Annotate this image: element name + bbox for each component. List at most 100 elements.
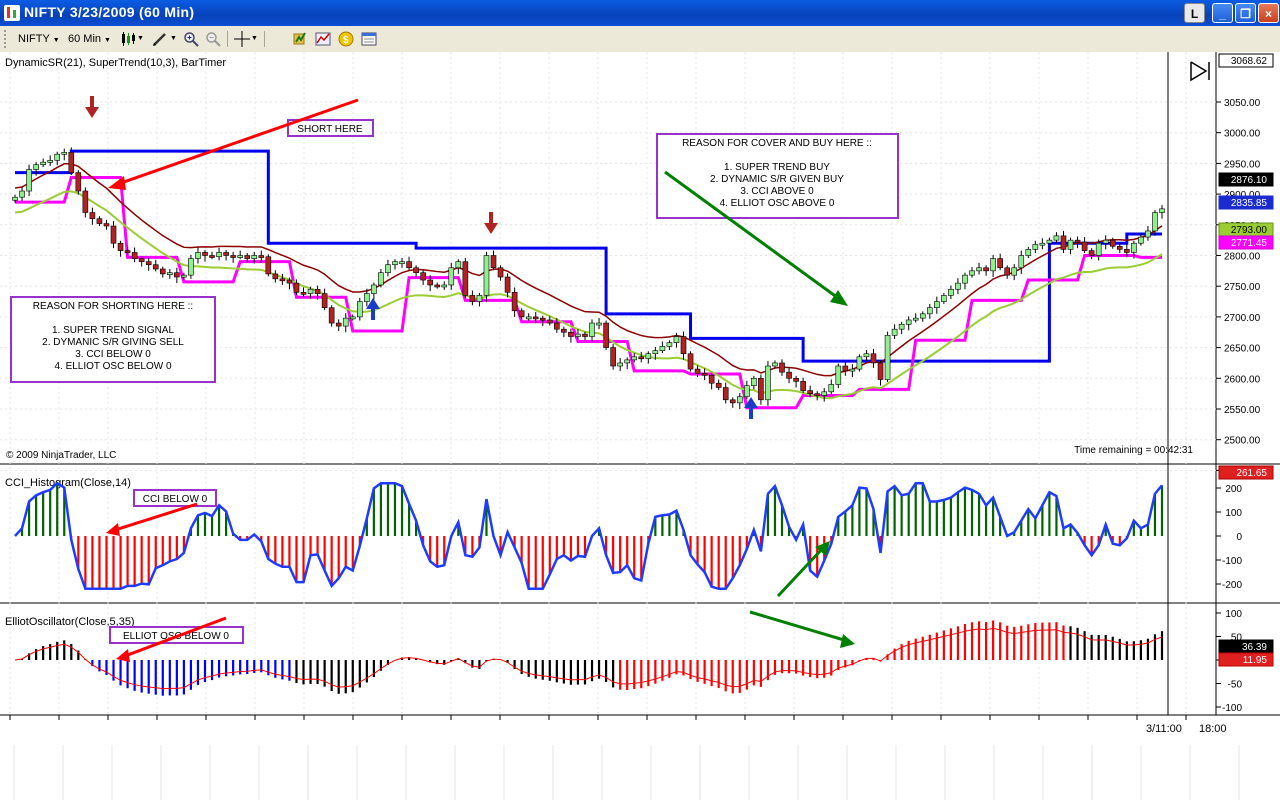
crosshair-icon[interactable] — [234, 31, 250, 47]
candle-body — [469, 295, 476, 302]
candle-body — [1074, 239, 1081, 243]
candle-body — [659, 346, 666, 351]
candle-body — [103, 223, 110, 227]
cci-tick-label: 0 — [1236, 532, 1242, 543]
chart-area[interactable]: DynamicSR(21), SuperTrend(10,3), BarTime… — [0, 52, 1280, 800]
candle-body — [694, 368, 701, 374]
candle-body — [870, 353, 877, 364]
price-tick-label: 2650.00 — [1224, 344, 1261, 355]
maximize-button[interactable]: ❐ — [1235, 3, 1256, 23]
candle-body — [687, 353, 694, 370]
chevron-down-icon[interactable]: ▼ — [251, 30, 258, 48]
elliot-marker-label: 36.39 — [1242, 642, 1267, 653]
candle-body — [546, 319, 553, 324]
instrument-label: NIFTY — [18, 33, 50, 45]
close-button[interactable]: × — [1258, 3, 1279, 23]
candle-body — [736, 396, 743, 404]
candle-body — [772, 362, 778, 367]
candle-body — [532, 316, 539, 320]
candle-body — [237, 255, 243, 258]
toolbar-grip[interactable] — [4, 30, 9, 48]
candlestick-style-icon[interactable] — [120, 31, 136, 47]
candle-body — [335, 322, 342, 327]
chart-trader-toggle-icon[interactable] — [1188, 60, 1214, 82]
candle-body — [729, 399, 736, 404]
strategy-icon[interactable] — [292, 31, 308, 47]
candle-body — [1102, 239, 1109, 244]
time-remaining-text: Time remaining = 00:42:31 — [1074, 445, 1193, 456]
candle-body — [849, 368, 856, 372]
candle-body — [722, 387, 729, 401]
candle-body — [1004, 267, 1010, 276]
candle-body — [912, 317, 919, 321]
candle-body — [258, 255, 265, 258]
candle-body — [19, 190, 25, 198]
elliot-tick-label: -100 — [1222, 703, 1242, 714]
zoom-in-icon[interactable] — [183, 31, 199, 47]
reason-line: 3. CCI BELOW 0 — [75, 349, 151, 360]
candle-body — [385, 264, 391, 273]
zoom-out-icon[interactable] — [205, 31, 221, 47]
cci-tick-label: 200 — [1225, 484, 1242, 495]
candle-body — [12, 196, 18, 201]
candle-body — [223, 252, 229, 256]
candle-body — [61, 152, 68, 155]
candle-body — [884, 335, 891, 380]
candle-body — [188, 258, 194, 276]
link-button[interactable]: L — [1184, 3, 1205, 23]
candle-body — [497, 267, 504, 278]
candle-body — [983, 267, 989, 272]
candle-body — [1088, 250, 1095, 256]
chevron-down-icon[interactable]: ▼ — [137, 30, 144, 48]
candle-body — [744, 385, 750, 398]
candle-body — [990, 258, 996, 272]
candle-body — [406, 261, 412, 269]
candle-body — [539, 317, 546, 321]
drawing-tool-icon[interactable] — [152, 31, 168, 47]
candle-body — [89, 212, 96, 219]
candle-body — [575, 333, 581, 337]
candle-body — [195, 252, 201, 259]
candle-body — [518, 310, 525, 318]
candle-body — [328, 307, 335, 324]
elliot-marker-label: 11.95 — [1243, 655, 1268, 666]
candle-body — [314, 288, 321, 294]
candle-body — [68, 152, 75, 173]
candle-body — [399, 261, 405, 264]
candle-body — [1032, 244, 1039, 250]
interval-selector[interactable]: 60 Min ▼ — [68, 30, 111, 48]
properties-icon[interactable]: $ — [338, 31, 354, 47]
candle-body — [167, 272, 173, 275]
candle-body — [997, 258, 1003, 269]
data-box-icon[interactable] — [361, 31, 377, 47]
candle-body — [800, 381, 806, 391]
candle-body — [680, 336, 687, 355]
time-label: 18:00 — [1199, 723, 1227, 735]
candle-body — [645, 353, 652, 359]
indicator-icon[interactable] — [315, 31, 331, 47]
cci-tick-label: -200 — [1222, 580, 1242, 591]
chart-toolbar: NIFTY ▼ 60 Min ▼ ▼ ▼ ▼ $ — [0, 26, 1280, 53]
instrument-selector[interactable]: NIFTY ▼ — [18, 30, 60, 48]
chart-scroll-area[interactable] — [0, 742, 1280, 800]
candle-body — [919, 313, 926, 319]
candle-body — [610, 347, 616, 367]
chevron-down-icon[interactable]: ▼ — [170, 30, 177, 48]
candle-body — [779, 362, 785, 373]
candle-body — [821, 391, 828, 396]
candle-body — [364, 293, 370, 302]
candle-body — [807, 390, 813, 394]
reason-line: 1. SUPER TREND SIGNAL — [52, 325, 175, 336]
candle-body — [483, 255, 490, 296]
price-tick-label: 3050.00 — [1224, 98, 1261, 109]
reason-line: 4. ELLIOT OSC BELOW 0 — [54, 361, 172, 372]
price-marker-label: 3068.62 — [1231, 56, 1268, 67]
window-title-bar[interactable]: NIFTY 3/23/2009 (60 Min) L _ ❐ × — [0, 0, 1280, 26]
cci-marker-label: 261.65 — [1236, 468, 1267, 479]
candle-body — [969, 270, 975, 276]
candle-body — [82, 190, 89, 213]
candle-body — [504, 276, 511, 293]
candle-body — [272, 273, 279, 280]
candle-body — [124, 250, 131, 253]
minimize-button[interactable]: _ — [1212, 3, 1233, 23]
